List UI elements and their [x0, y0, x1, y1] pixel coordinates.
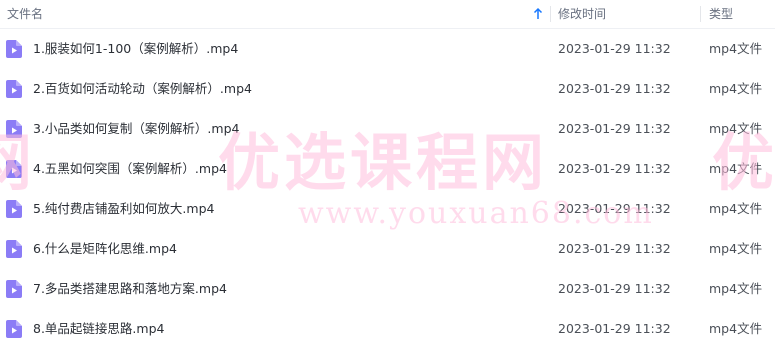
file-row[interactable]: 3.小品类如何复制（案例解析）.mp4 2023-01-29 11:32 mp4…	[0, 109, 775, 149]
file-type: mp4文件	[709, 241, 763, 256]
file-modified-time: 2023-01-29 11:32	[558, 321, 671, 336]
file-name[interactable]: 4.五黑如何突围（案例解析）.mp4	[33, 149, 227, 189]
video-file-icon	[6, 200, 22, 218]
file-type: mp4文件	[709, 321, 763, 336]
file-name[interactable]: 1.服装如何1-100（案例解析）.mp4	[33, 29, 238, 69]
file-modified-time: 2023-01-29 11:32	[558, 161, 671, 176]
video-file-icon	[6, 240, 22, 258]
video-file-icon	[6, 320, 22, 338]
video-file-icon	[6, 40, 22, 58]
column-header-modified[interactable]: 修改时间	[558, 0, 606, 28]
file-modified-time: 2023-01-29 11:32	[558, 281, 671, 296]
file-row[interactable]: 6.什么是矩阵化思维.mp4 2023-01-29 11:32 mp4文件	[0, 229, 775, 269]
file-row[interactable]: 2.百货如何活动轮动（案例解析）.mp4 2023-01-29 11:32 mp…	[0, 69, 775, 109]
file-name[interactable]: 3.小品类如何复制（案例解析）.mp4	[33, 109, 239, 149]
column-header-type[interactable]: 类型	[709, 0, 733, 28]
column-header-name[interactable]: 文件名	[7, 0, 43, 28]
file-type: mp4文件	[709, 281, 763, 296]
file-row[interactable]: 4.五黑如何突围（案例解析）.mp4 2023-01-29 11:32 mp4文…	[0, 149, 775, 189]
file-modified-time: 2023-01-29 11:32	[558, 201, 671, 216]
file-type: mp4文件	[709, 121, 763, 136]
file-type: mp4文件	[709, 81, 763, 96]
file-row[interactable]: 1.服装如何1-100（案例解析）.mp4 2023-01-29 11:32 m…	[0, 29, 775, 69]
video-file-icon	[6, 80, 22, 98]
file-name[interactable]: 2.百货如何活动轮动（案例解析）.mp4	[33, 69, 252, 109]
file-modified-time: 2023-01-29 11:32	[558, 121, 671, 136]
file-name[interactable]: 6.什么是矩阵化思维.mp4	[33, 229, 177, 269]
file-row[interactable]: 5.纯付费店铺盈利如何放大.mp4 2023-01-29 11:32 mp4文件	[0, 189, 775, 229]
file-row[interactable]: 7.多品类搭建思路和落地方案.mp4 2023-01-29 11:32 mp4文…	[0, 269, 775, 309]
file-name[interactable]: 5.纯付费店铺盈利如何放大.mp4	[33, 189, 214, 229]
video-file-icon	[6, 120, 22, 138]
file-row[interactable]: 8.单品起链接思路.mp4 2023-01-29 11:32 mp4文件	[0, 309, 775, 349]
file-name[interactable]: 8.单品起链接思路.mp4	[33, 309, 164, 349]
sort-ascending-icon[interactable]	[533, 7, 543, 21]
file-type: mp4文件	[709, 41, 763, 56]
file-list-page: 文件名 修改时间 类型 1.服装如何1-100（案例解析）.mp4 2023-0…	[0, 0, 775, 356]
file-name[interactable]: 7.多品类搭建思路和落地方案.mp4	[33, 269, 227, 309]
video-file-icon	[6, 280, 22, 298]
file-modified-time: 2023-01-29 11:32	[558, 41, 671, 56]
file-type: mp4文件	[709, 161, 763, 176]
file-modified-time: 2023-01-29 11:32	[558, 81, 671, 96]
video-file-icon	[6, 160, 22, 178]
file-type: mp4文件	[709, 201, 763, 216]
file-list-header: 文件名 修改时间 类型	[0, 0, 775, 29]
file-modified-time: 2023-01-29 11:32	[558, 241, 671, 256]
column-divider[interactable]	[700, 6, 701, 22]
column-divider[interactable]	[550, 6, 551, 22]
